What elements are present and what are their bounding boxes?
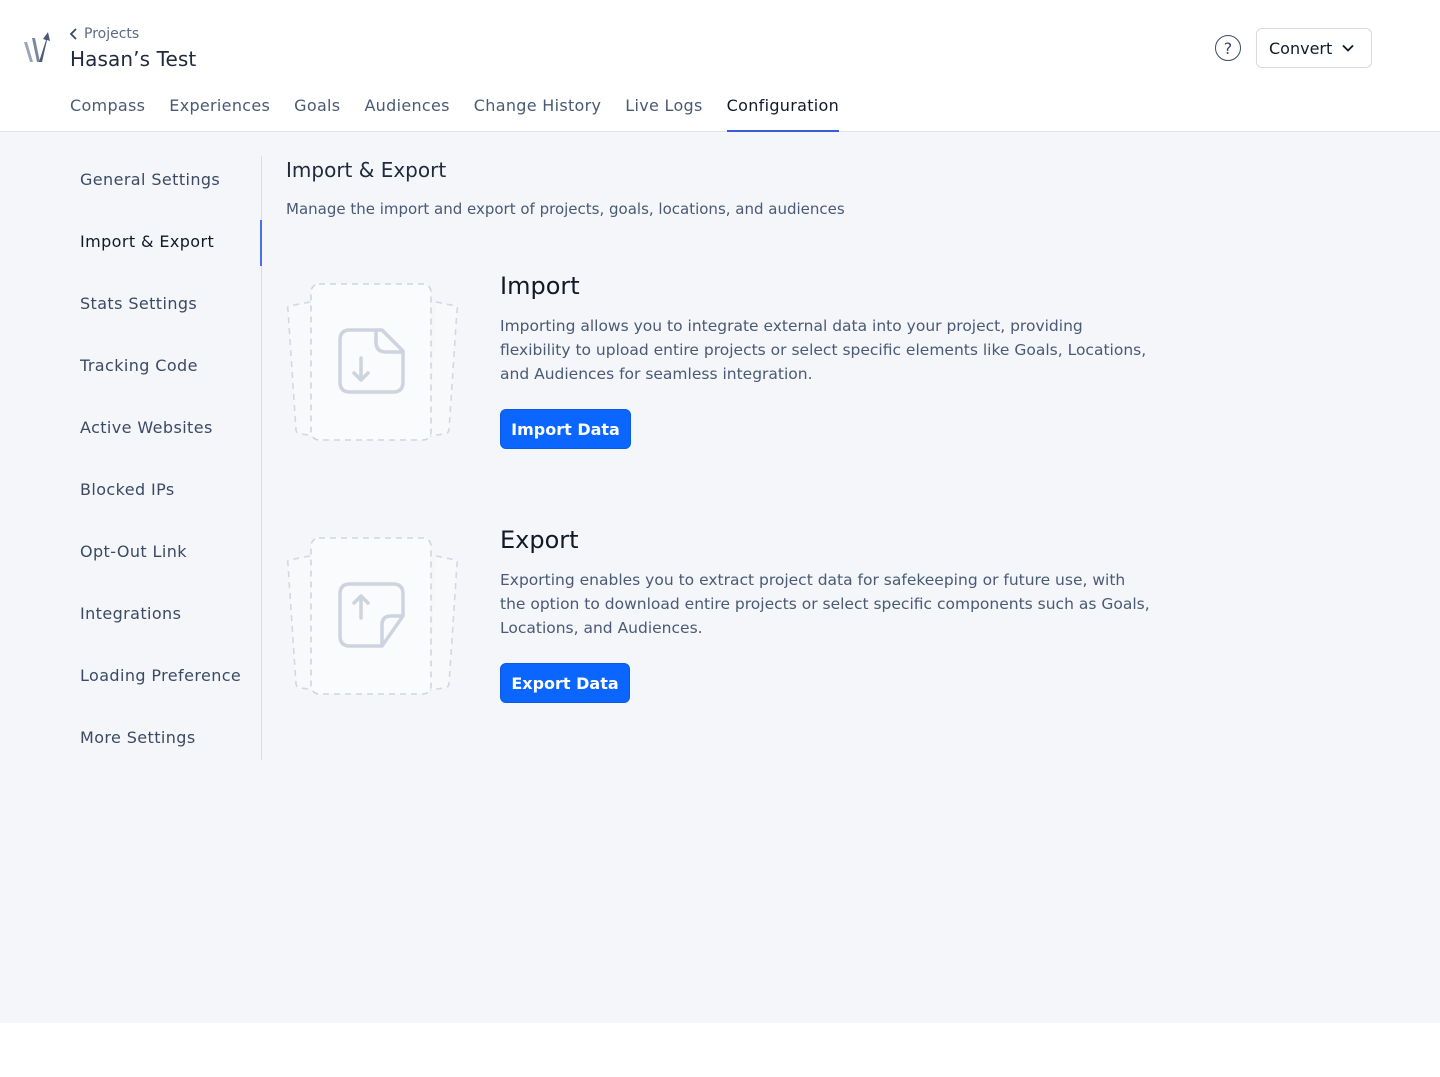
account-label: Convert	[1269, 38, 1333, 58]
import-data-button[interactable]: Import Data	[500, 409, 631, 449]
sidebar-item-stats-settings[interactable]: Stats Settings	[80, 294, 197, 313]
tab-experiences[interactable]: Experiences	[169, 96, 270, 132]
sidebar-item-more-settings[interactable]: More Settings	[80, 728, 196, 747]
file-export-icon	[286, 537, 459, 695]
sidebar-item-blocked-ips[interactable]: Blocked IPs	[80, 480, 175, 499]
tab-compass[interactable]: Compass	[70, 96, 145, 132]
sidebar-item-import-export[interactable]: Import & Export	[80, 232, 214, 251]
chevron-down-icon	[1342, 44, 1354, 52]
tab-configuration[interactable]: Configuration	[726, 96, 840, 132]
help-icon[interactable]: ?	[1215, 35, 1241, 61]
sidebar-active-indicator	[260, 220, 262, 266]
sidebar-item-tracking-code[interactable]: Tracking Code	[80, 356, 198, 375]
page-bottom-whitespace	[0, 1023, 1440, 1077]
sidebar-item-opt-out-link[interactable]: Opt-Out Link	[80, 542, 187, 561]
tab-goals[interactable]: Goals	[294, 96, 340, 132]
top-header: Projects Hasan’s Test ? Convert Compass …	[0, 0, 1440, 132]
breadcrumb-label: Projects	[84, 26, 140, 42]
app-logo[interactable]	[22, 28, 54, 68]
import-description: Importing allows you to integrate extern…	[500, 317, 1147, 383]
export-data-button[interactable]: Export Data	[500, 663, 630, 703]
tab-live-logs[interactable]: Live Logs	[625, 96, 702, 132]
import-heading: Import	[500, 272, 580, 300]
file-import-icon	[286, 283, 459, 441]
help-symbol: ?	[1223, 38, 1233, 58]
project-title: Hasan’s Test	[70, 47, 197, 71]
tab-audiences[interactable]: Audiences	[364, 96, 449, 132]
sidebar-item-integrations[interactable]: Integrations	[80, 604, 181, 623]
chevron-left-icon	[69, 28, 77, 40]
settings-sidebar: General Settings Import & Export Stats S…	[0, 156, 262, 760]
export-description: Exporting enables you to extract project…	[500, 571, 1150, 637]
sidebar-item-active-websites[interactable]: Active Websites	[80, 418, 213, 437]
page-description: Manage the import and export of projects…	[286, 200, 845, 218]
sidebar-item-general-settings[interactable]: General Settings	[80, 170, 220, 189]
sidebar-item-loading-preference[interactable]: Loading Preference	[80, 666, 241, 685]
main-tabs: Compass Experiences Goals Audiences Chan…	[70, 96, 863, 132]
export-heading: Export	[500, 526, 579, 554]
tab-change-history[interactable]: Change History	[474, 96, 601, 132]
page-title: Import & Export	[286, 158, 447, 182]
breadcrumb-projects-link[interactable]: Projects	[69, 26, 139, 42]
content-area: General Settings Import & Export Stats S…	[0, 132, 1440, 1023]
account-dropdown-button[interactable]: Convert	[1256, 28, 1372, 68]
